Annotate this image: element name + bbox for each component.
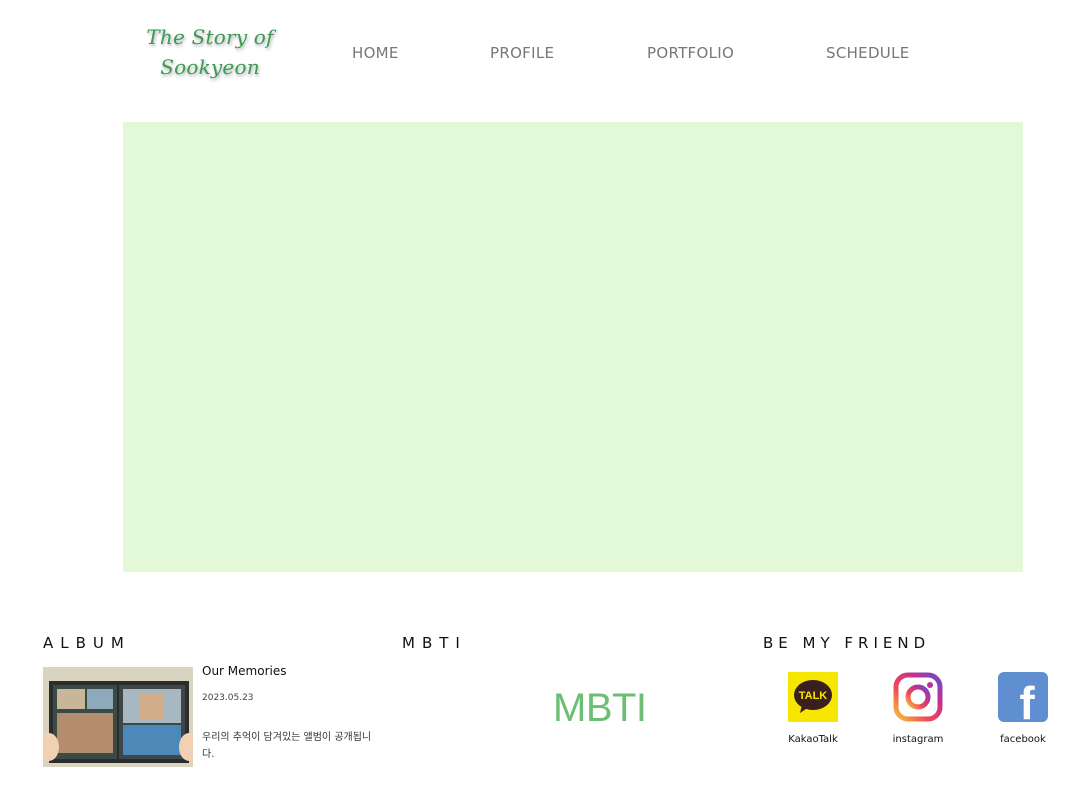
kakaotalk-link[interactable]: TALK KakaoTalk bbox=[778, 672, 848, 745]
facebook-badge: f bbox=[1019, 677, 1035, 722]
mbti-display: MBTI bbox=[553, 686, 647, 730]
kakaotalk-icon: TALK bbox=[788, 672, 838, 722]
page: The Story of Sookyeon HOME PROFILE PORTF… bbox=[0, 0, 1087, 792]
kakaotalk-badge: TALK bbox=[799, 690, 828, 702]
album-title[interactable]: Our Memories bbox=[202, 664, 286, 678]
instagram-label: instagram bbox=[892, 734, 944, 745]
logo-line-2: Sookyeon bbox=[160, 55, 260, 79]
facebook-icon: f bbox=[998, 672, 1048, 722]
hero-banner bbox=[123, 122, 1023, 572]
instagram-link[interactable]: instagram bbox=[883, 672, 953, 745]
album-section-title: ALBUM bbox=[43, 634, 131, 652]
nav-schedule-link[interactable]: SCHEDULE bbox=[826, 44, 910, 62]
nav-home-link[interactable]: HOME bbox=[352, 44, 399, 62]
logo-line-1: The Story of bbox=[146, 25, 274, 49]
mbti-section-title: MBTI bbox=[402, 634, 467, 652]
nav-portfolio-link[interactable]: PORTFOLIO bbox=[647, 44, 734, 62]
facebook-link[interactable]: f facebook bbox=[988, 672, 1058, 745]
album-date: 2023.05.23 bbox=[202, 693, 254, 703]
site-logo[interactable]: The Story of Sookyeon bbox=[130, 22, 290, 82]
album-description: 우리의 추억이 담겨있는 앨범이 공개됩니다. bbox=[202, 732, 372, 760]
album-thumbnail[interactable] bbox=[43, 667, 193, 767]
nav-profile-link[interactable]: PROFILE bbox=[490, 44, 554, 62]
instagram-icon bbox=[893, 672, 943, 722]
kakaotalk-label: KakaoTalk bbox=[788, 734, 838, 745]
friend-section-title: BE MY FRIEND bbox=[763, 634, 931, 652]
photo-album-image bbox=[43, 667, 193, 767]
facebook-label: facebook bbox=[1000, 734, 1046, 745]
